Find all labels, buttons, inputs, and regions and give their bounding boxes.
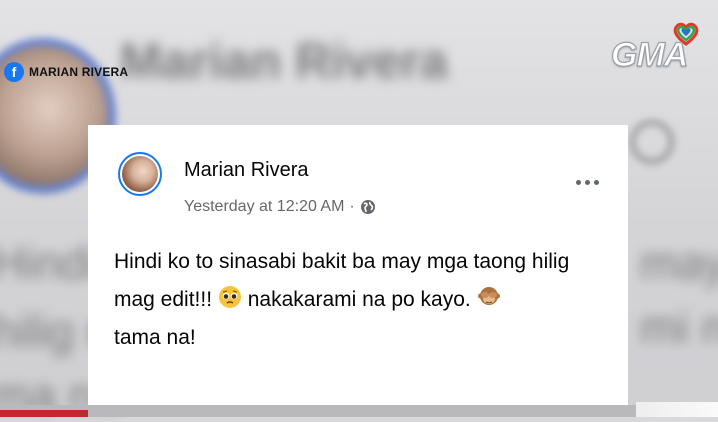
see-no-evil-monkey-emoji — [477, 287, 500, 305]
source-label: MARIAN RIVERA — [29, 65, 129, 79]
gma-logo-text: GMA — [610, 35, 689, 74]
author-name[interactable]: Marian Rivera — [184, 159, 308, 182]
post-text: Hindi ko to sinasabi bakit ba may mga ta… — [114, 243, 614, 357]
facebook-post-card: Marian Rivera Yesterday at 12:20 AM · Hi… — [88, 125, 628, 405]
facebook-icon: f — [4, 62, 24, 82]
gma-logo: GMA — [610, 20, 703, 78]
pleading-face-emoji — [218, 286, 241, 308]
background-globe-icon — [630, 120, 674, 164]
avatar-photo — [122, 156, 158, 192]
post-timestamp[interactable]: Yesterday at 12:20 AM — [184, 198, 344, 216]
background-text-line: may — [640, 237, 718, 289]
post-text-part: nakakarami na po kayo. — [247, 288, 471, 311]
post-meta: Yesterday at 12:20 AM · — [184, 198, 376, 216]
bottom-red-bar — [0, 410, 88, 417]
globe-icon — [360, 200, 375, 214]
background-text-line: mi na — [640, 301, 718, 353]
post-text-part: tama na! — [114, 326, 196, 349]
author-avatar[interactable] — [118, 152, 162, 196]
more-options-icon[interactable] — [576, 180, 599, 185]
source-tag: f MARIAN RIVERA — [4, 62, 128, 82]
background-text-line: Hindi — [0, 237, 97, 289]
bottom-thumbnail — [636, 402, 718, 417]
meta-separator: · — [349, 198, 355, 215]
background-name: Marian Rivera — [120, 33, 448, 89]
bottom-strip — [0, 405, 718, 417]
